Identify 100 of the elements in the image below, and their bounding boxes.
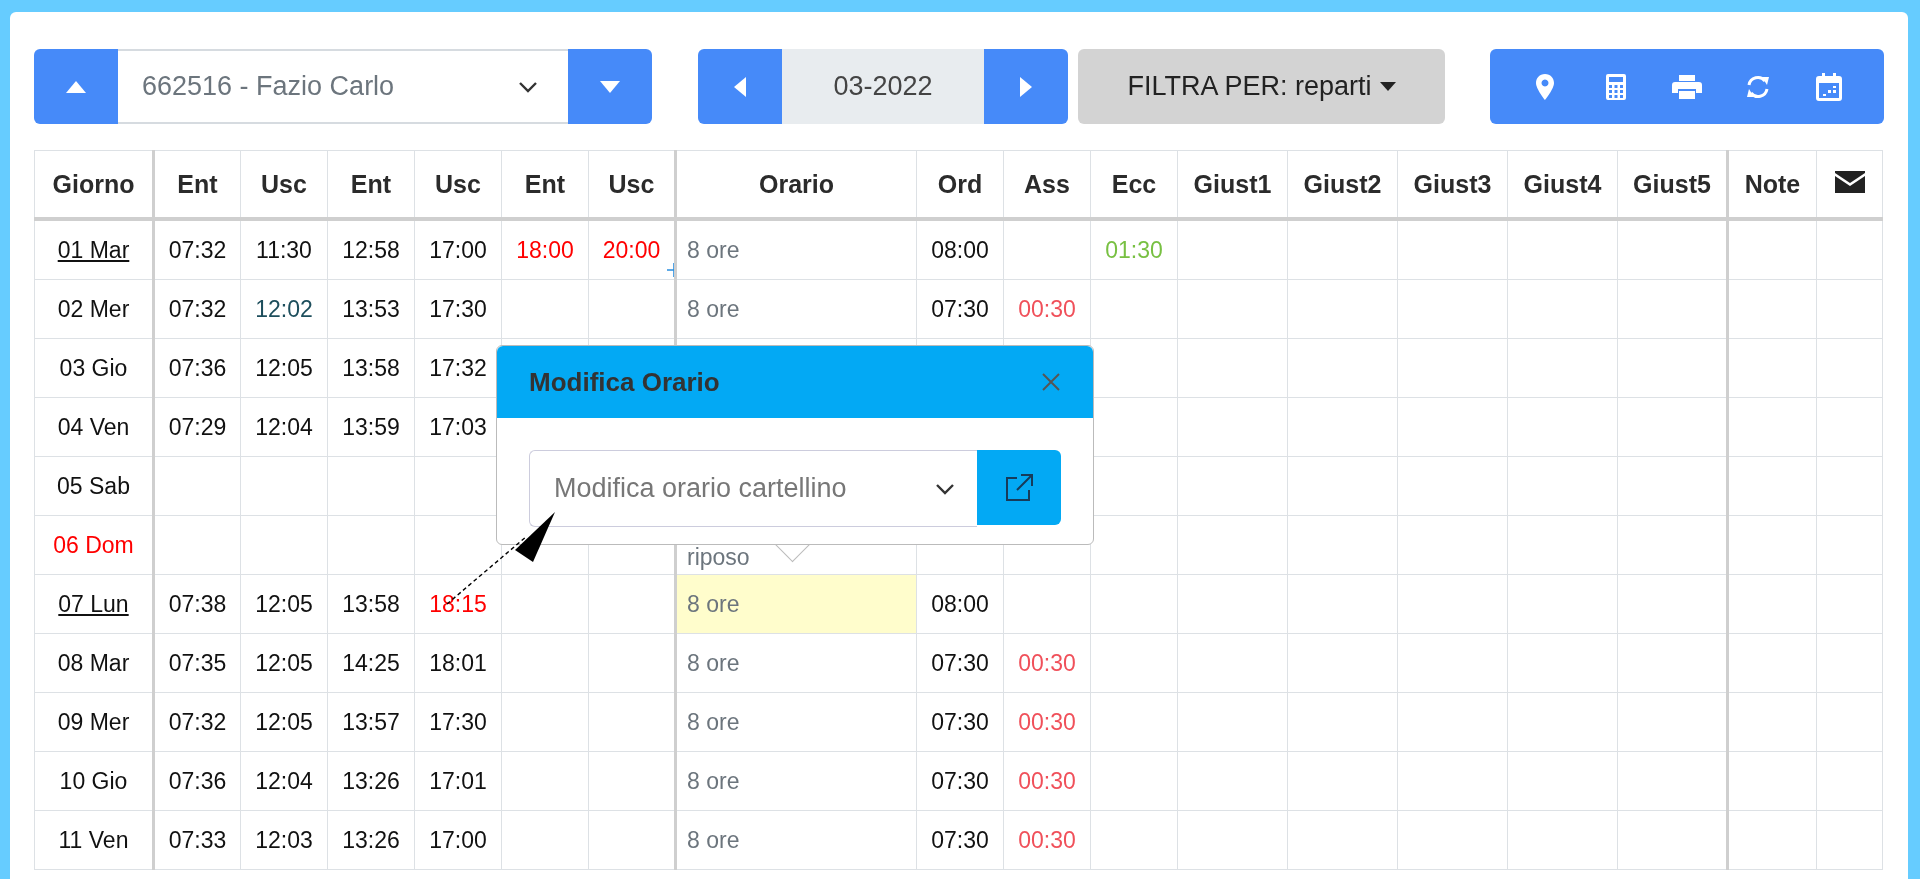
day-label: 03 Gio — [59, 354, 128, 381]
time-entry: 12:03 — [255, 826, 313, 853]
caret-icon — [1379, 82, 1396, 91]
time-entry: 13:57 — [342, 708, 400, 735]
day-label: 06 Dom — [53, 531, 134, 558]
column-header: Giust5 — [1617, 150, 1728, 219]
popover-title: Modifica Orario — [529, 366, 720, 398]
calculator-icon — [1606, 73, 1627, 100]
column-header: Giust1 — [1177, 150, 1288, 219]
time-entry: 12:02 — [255, 295, 313, 322]
day-label: 11 Ven — [58, 826, 129, 853]
column-header: Ass — [1003, 150, 1091, 219]
column-header: Ent — [327, 150, 415, 219]
close-button[interactable] — [1041, 372, 1061, 392]
column-header: Ecc — [1090, 150, 1178, 219]
absence-hours: 00:30 — [1018, 767, 1076, 794]
time-entry: 17:30 — [429, 708, 487, 735]
absence-hours: 00:30 — [1018, 708, 1076, 735]
time-entry: 12:05 — [255, 649, 313, 676]
employee-select[interactable]: 662516 - Fazio Carlo — [118, 49, 568, 124]
time-entry: 11:30 — [256, 236, 312, 263]
time-entry: 07:32 — [168, 295, 227, 322]
schedule-label: 8 ore — [687, 590, 740, 617]
sync-icon — [1744, 74, 1771, 99]
ordinary-hours: 07:30 — [931, 708, 989, 735]
left-triangle-icon — [733, 75, 747, 98]
schedule-label: 8 ore — [687, 767, 740, 794]
time-entry: 12:04 — [255, 413, 313, 440]
chevron-down-icon — [518, 80, 538, 93]
schedule-label: riposo — [687, 543, 750, 570]
column-header: Usc — [240, 150, 328, 219]
absence-hours: 00:30 — [1018, 649, 1076, 676]
absence-hours: 00:30 — [1018, 826, 1076, 853]
day-label: 09 Mer — [57, 708, 130, 735]
time-entry: 07:36 — [168, 767, 227, 794]
ordinary-hours: 07:30 — [931, 826, 989, 853]
time-entry: 07:36 — [168, 354, 227, 381]
day-label: 08 Mar — [57, 649, 130, 676]
column-header: Ent — [153, 150, 241, 219]
absence-hours: 00:30 — [1018, 295, 1076, 322]
time-entry: 17:00 — [429, 826, 487, 853]
filter-dropdown-button[interactable]: FILTRA PER: reparti — [1078, 49, 1445, 124]
time-entry: 13:26 — [342, 767, 400, 794]
external-link-icon — [1003, 471, 1035, 504]
ordinary-hours: 07:30 — [931, 767, 989, 794]
ordinary-hours: 08:00 — [931, 590, 989, 617]
chevron-down-icon — [935, 482, 955, 495]
printer-icon — [1672, 74, 1702, 99]
time-entry: 07:32 — [168, 708, 227, 735]
time-entry: 13:53 — [342, 295, 400, 322]
time-entry: 07:29 — [168, 413, 227, 440]
schedule-label: 8 ore — [687, 295, 740, 322]
time-entry: 14:25 — [342, 649, 400, 676]
selected-table-cell[interactable]: 8 ore — [675, 574, 917, 634]
time-entry: 17:01 — [429, 767, 487, 794]
time-entry: 20:00 — [602, 236, 661, 263]
envelope-icon — [1834, 170, 1865, 193]
time-entry: 07:33 — [168, 826, 227, 853]
time-entry: 12:04 — [255, 767, 313, 794]
close-icon — [1041, 372, 1061, 392]
column-header: Usc — [588, 150, 676, 219]
time-entry: 13:26 — [342, 826, 400, 853]
time-entry: 12:05 — [255, 354, 313, 381]
column-header: Ord — [916, 150, 1004, 219]
time-entry: 07:32 — [168, 236, 227, 263]
previous-employee-button[interactable] — [34, 49, 118, 124]
time-entry: 12:05 — [255, 590, 313, 617]
time-entry: 17:30 — [429, 295, 487, 322]
column-header: Giust3 — [1397, 150, 1508, 219]
time-entry: 17:03 — [429, 413, 487, 440]
schedule-label: 8 ore — [687, 236, 740, 263]
time-entry: 07:38 — [168, 590, 227, 617]
next-month-button[interactable] — [984, 49, 1068, 124]
overtime-hours: 01:30 — [1105, 236, 1163, 263]
column-header: Usc — [414, 150, 502, 219]
time-entry: 18:01 — [429, 649, 487, 676]
time-entry: 12:05 — [255, 708, 313, 735]
right-triangle-icon — [1019, 75, 1033, 98]
schedule-select[interactable]: Modifica orario cartellino — [529, 450, 977, 527]
day-label: 02 Mer — [57, 295, 130, 322]
time-entry: 13:58 — [342, 354, 400, 381]
time-entry: 12:58 — [342, 236, 400, 263]
ordinary-hours: 08:00 — [931, 236, 989, 263]
schedule-label: 8 ore — [687, 826, 740, 853]
time-entry: 13:59 — [342, 413, 400, 440]
time-entry: 17:00 — [429, 236, 487, 263]
period-field[interactable]: 03-2022 — [782, 49, 984, 124]
schedule-label: 8 ore — [687, 708, 740, 735]
time-entry: 13:58 — [342, 590, 400, 617]
open-external-button[interactable] — [977, 450, 1061, 525]
column-header: Giust2 — [1287, 150, 1398, 219]
time-entry: 18:15 — [429, 590, 487, 617]
previous-month-button[interactable] — [698, 49, 782, 124]
ordinary-hours: 07:30 — [931, 649, 989, 676]
time-entry: 18:00 — [516, 236, 574, 263]
day-label: 05 Sab — [57, 472, 130, 499]
column-header: Note — [1727, 150, 1817, 219]
next-employee-button[interactable] — [568, 49, 652, 124]
time-entry: 17:32 — [429, 354, 487, 381]
day-label: 10 Gio — [59, 767, 128, 794]
